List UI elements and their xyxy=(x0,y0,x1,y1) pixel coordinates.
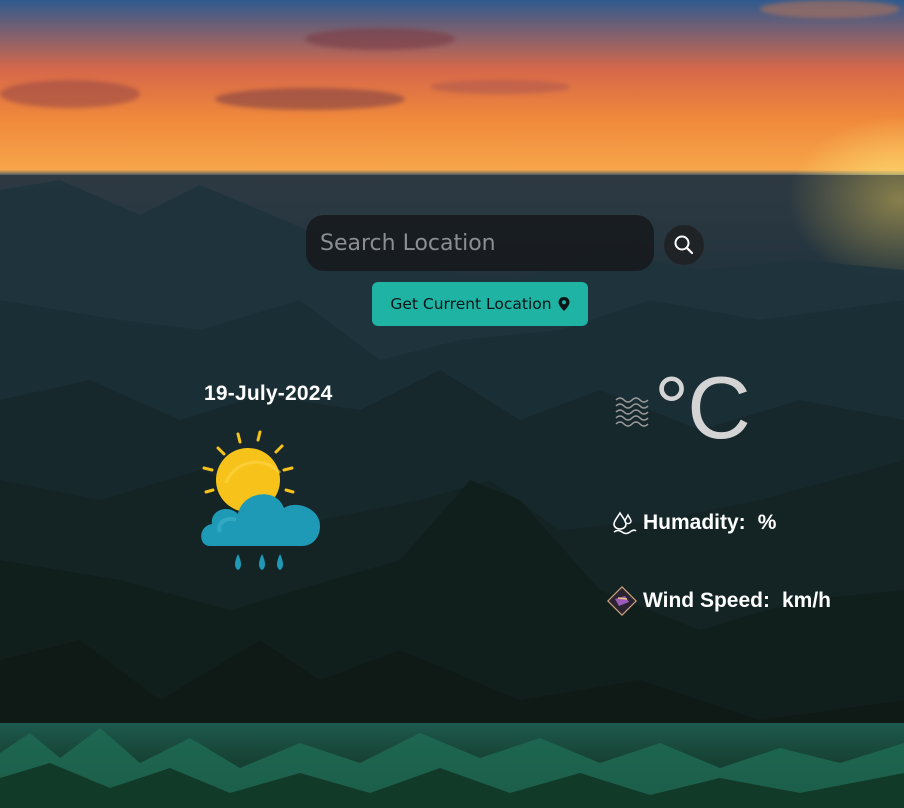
humidity-icon xyxy=(613,511,637,535)
humidity-unit: % xyxy=(757,511,777,534)
map-pin-icon xyxy=(558,297,570,311)
search-button[interactable] xyxy=(664,225,704,265)
heat-waves-icon xyxy=(615,397,649,427)
search-input[interactable] xyxy=(306,215,654,271)
temperature-display: °C xyxy=(654,364,751,452)
wind-speed-label: Wind Speed: xyxy=(643,589,770,612)
humidity-row: Humadity: % xyxy=(611,510,776,536)
forest-trees xyxy=(0,728,904,808)
humidity-label: Humadity: xyxy=(643,511,746,534)
wind-speed-unit: km/h xyxy=(781,589,831,612)
temperature-unit: °C xyxy=(654,358,751,457)
wind-icon xyxy=(607,586,637,616)
search-container xyxy=(306,215,654,271)
sun-cloud-rain-icon xyxy=(201,430,320,570)
get-current-location-button[interactable]: Get Current Location xyxy=(372,282,588,326)
get-current-location-label: Get Current Location xyxy=(390,295,552,313)
wind-speed-row: Wind Speed: km/h xyxy=(607,586,831,616)
search-icon xyxy=(674,235,694,255)
current-date: 19-July-2024 xyxy=(204,382,333,405)
